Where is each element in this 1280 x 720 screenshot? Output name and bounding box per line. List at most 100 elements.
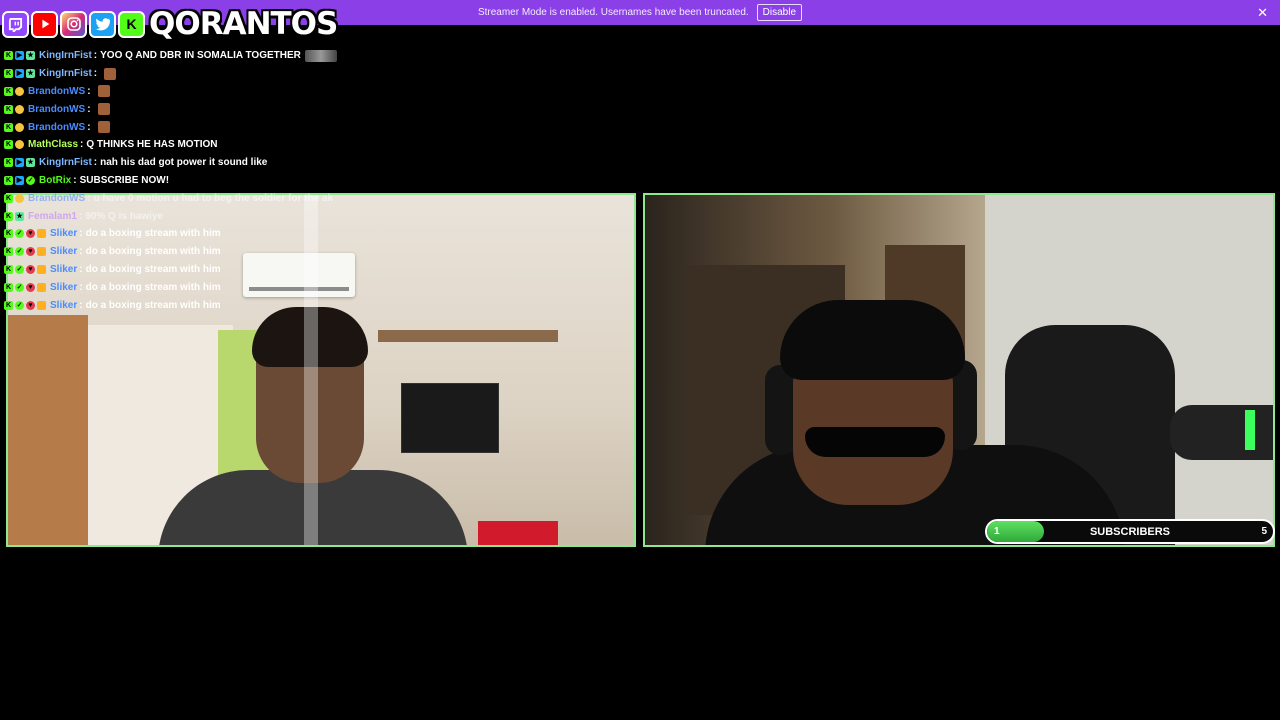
kick-badge-icon: K — [4, 264, 13, 274]
chat-message-text: do a boxing stream with him — [85, 281, 221, 293]
mic-led — [1245, 410, 1255, 450]
chat-username[interactable]: BrandonWS — [28, 104, 85, 115]
chat-separator: : — [79, 281, 83, 293]
kick-badge-icon: K — [4, 69, 13, 79]
kick-badge-icon: K — [4, 211, 13, 221]
channel-logo-strip: K QORANTOS — [2, 2, 338, 46]
chat-emote-icon — [104, 67, 117, 80]
channel-brand-name: QORANTOS — [149, 6, 338, 42]
kick-badge-icon: K — [4, 229, 13, 239]
webcam-panel-streamer — [643, 193, 1275, 547]
chat-username[interactable]: Sliker — [50, 264, 77, 275]
kick-badge-icon: K — [4, 86, 13, 96]
chat-username[interactable]: BrandonWS — [28, 86, 85, 97]
chat-username[interactable]: BrandonWS — [28, 122, 85, 133]
chat-message: K ▶ ★ KingIrnFist: YOO Q AND DBR IN SOMALIA … — [0, 47, 640, 65]
chat-separator: : — [87, 121, 91, 133]
chat-username[interactable]: Sliker — [50, 300, 77, 311]
chat-username[interactable]: Sliker — [50, 246, 77, 257]
wooden-door — [8, 315, 88, 545]
kick-badge-icon: K — [4, 247, 13, 257]
heart-badge-icon: ♥ — [26, 264, 35, 274]
chat-username[interactable]: BotRix — [39, 175, 71, 186]
chat-message: K BrandonWS: — [0, 118, 640, 136]
verify-badge-icon: ✓ — [26, 175, 35, 185]
kick-badge-icon: K — [4, 300, 13, 310]
chat-username[interactable]: KingIrnFist — [39, 157, 92, 168]
sub-badge-icon: ★ — [26, 51, 35, 61]
verify-badge-icon: ✓ — [15, 247, 24, 257]
chat-separator: : — [73, 174, 77, 186]
chat-separator: : — [93, 68, 98, 80]
heart-badge-icon: ♥ — [26, 282, 35, 292]
verify-badge-icon: ✓ — [15, 229, 24, 239]
disable-streamer-mode-button[interactable]: Disable — [756, 4, 803, 21]
moon-badge-icon — [15, 122, 24, 132]
moon-badge-icon — [15, 86, 24, 96]
og-badge-icon — [37, 264, 46, 274]
verify-badge-icon: ✓ — [15, 300, 24, 310]
chat-message: K MathClass: Q THINKS HE HAS MOTION — [0, 136, 640, 154]
chat-username[interactable]: Femalam1 — [28, 211, 77, 222]
chat-overlay: K ▶ ★ KingIrnFist: YOO Q AND DBR IN SOMALIA … — [0, 47, 640, 314]
chat-message-text: u have 0 motion u had to beg the soldier… — [93, 192, 334, 204]
instagram-icon — [60, 10, 87, 38]
red-cushion — [478, 521, 558, 545]
chat-separator: : — [87, 103, 91, 115]
prime-badge-icon: ▶ — [15, 175, 24, 185]
close-icon[interactable]: ✕ — [1257, 5, 1268, 21]
verify-badge-icon: ✓ — [15, 282, 24, 292]
chat-message-text: 90% Q is hawiye — [85, 210, 164, 222]
subscriber-goal-target: 5 — [1261, 526, 1267, 537]
moon-badge-icon — [15, 104, 24, 114]
microphone — [1170, 405, 1273, 460]
chat-message-text: do a boxing stream with him — [85, 228, 221, 240]
kick-badge-icon: K — [4, 122, 13, 132]
youtube-icon — [31, 10, 58, 38]
chat-separator: : — [79, 263, 83, 275]
chat-message: K ✓ ♥ Sliker: do a boxing stream with him — [0, 261, 640, 279]
verify-badge-icon: ✓ — [15, 264, 24, 274]
streamer-mode-text: Streamer Mode is enabled. Usernames have… — [477, 7, 749, 18]
moon-badge-icon — [15, 140, 24, 150]
chat-separator: : — [79, 299, 83, 311]
subscriber-goal-label: SUBSCRIBERS — [1089, 525, 1171, 538]
streamer-hair — [780, 300, 965, 380]
chat-username[interactable]: Sliker — [50, 228, 77, 239]
chat-username[interactable]: BrandonWS — [28, 193, 85, 204]
chat-username[interactable]: MathClass — [28, 139, 78, 150]
chat-separator: : — [78, 210, 83, 222]
og-badge-icon — [37, 247, 46, 257]
prime-badge-icon: ▶ — [15, 51, 24, 61]
chat-message-text: SUBSCRIBE NOW! — [79, 174, 170, 186]
twitter-icon — [89, 10, 116, 38]
chat-message: K ★ Femalam1:90% Q is hawiye — [0, 207, 640, 225]
subscriber-goal-bar: 1 SUBSCRIBERS 5 — [985, 519, 1275, 544]
chat-emote-icon — [97, 85, 110, 98]
sub-badge-icon: ★ — [15, 211, 24, 221]
kick-badge-icon: K — [4, 51, 13, 61]
chat-separator: : — [87, 85, 91, 97]
chat-separator: : — [79, 228, 83, 240]
chat-username[interactable]: KingIrnFist — [39, 50, 92, 61]
chat-separator: : — [93, 157, 98, 169]
heart-badge-icon: ♥ — [26, 229, 35, 239]
chat-separator: : — [87, 192, 91, 204]
chat-message-text: nah his dad got power it sound like — [100, 157, 268, 169]
kick-badge-icon: K — [4, 193, 13, 203]
chat-username[interactable]: Sliker — [50, 282, 77, 293]
chat-message-text: Q THINKS HE HAS MOTION — [86, 139, 218, 151]
sub-badge-icon: ★ — [26, 158, 35, 168]
og-badge-icon — [37, 229, 46, 239]
kick-badge-icon: K — [4, 140, 13, 150]
chat-separator: : — [80, 139, 84, 151]
twitch-icon — [2, 10, 29, 38]
chat-message-text: do a boxing stream with him — [85, 299, 221, 311]
chat-separator: : — [79, 246, 83, 258]
chat-message: K ✓ ♥ Sliker: do a boxing stream with him — [0, 296, 640, 314]
wall-tv — [401, 383, 499, 453]
chat-username[interactable]: KingIrnFist — [39, 68, 92, 79]
chat-message: K ▶ ★ KingIrnFist: — [0, 65, 640, 83]
kick-icon: K — [118, 10, 145, 38]
og-badge-icon — [37, 282, 46, 292]
